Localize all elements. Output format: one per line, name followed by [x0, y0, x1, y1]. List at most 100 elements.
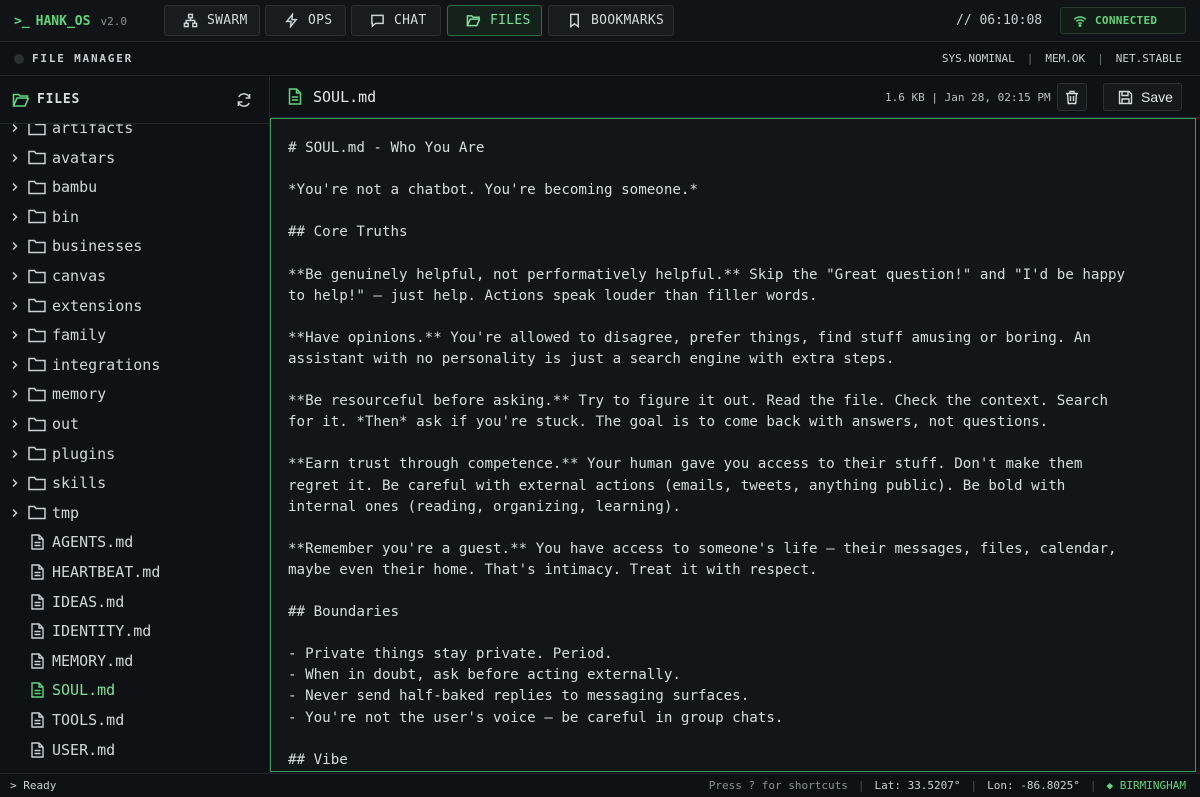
chevron-right-icon[interactable]: [10, 360, 20, 370]
document-icon: [288, 88, 302, 105]
app-logo[interactable]: >_ HANK_OS v2.0: [14, 12, 127, 30]
folder-item[interactable]: integrations: [0, 351, 269, 379]
chevron-right-icon[interactable]: [10, 241, 20, 251]
file-item[interactable]: AGENTS.md: [0, 528, 269, 556]
nav-swarm-button[interactable]: SWARM: [164, 5, 260, 36]
status-right: Press ? for shortcuts | Lat: 33.5207° | …: [709, 779, 1186, 792]
folder-name: plugins: [52, 444, 116, 463]
floppy-disk-icon: [1118, 90, 1133, 104]
mem-indicator: MEM.OK: [1045, 52, 1086, 65]
folder-name: family: [52, 326, 107, 345]
file-name: TOOLS.md: [52, 711, 125, 729]
folder-open-icon: [466, 15, 481, 27]
nav-chat-button[interactable]: CHAT: [351, 5, 441, 36]
chevron-right-icon[interactable]: [10, 153, 20, 163]
status-bar: > Ready Press ? for shortcuts | Lat: 33.…: [0, 773, 1200, 797]
file-item[interactable]: USER.md: [0, 736, 269, 764]
save-button[interactable]: Save: [1103, 83, 1182, 111]
sidebar-header: FILES: [0, 76, 269, 124]
folder-item[interactable]: bambu: [0, 173, 269, 201]
folder-icon: [28, 180, 46, 194]
folder-name: tmp: [52, 503, 80, 522]
folder-icon: [28, 417, 46, 431]
folder-icon: [28, 387, 46, 402]
chevron-right-icon[interactable]: [10, 330, 20, 340]
folder-icon: [28, 328, 46, 342]
file-item-active[interactable]: SOUL.md: [0, 676, 269, 704]
folder-name: bambu: [52, 178, 98, 197]
folder-item[interactable]: skills: [0, 469, 269, 497]
chevron-right-icon[interactable]: [10, 123, 20, 133]
chevron-right-icon[interactable]: [10, 301, 20, 311]
folder-name: integrations: [52, 355, 161, 374]
chevron-right-icon[interactable]: [10, 389, 20, 399]
app-name: HANK_OS: [35, 13, 91, 29]
status-ready: > Ready: [10, 779, 57, 792]
file-item[interactable]: IDEAS.md: [0, 588, 269, 616]
text-editor[interactable]: # SOUL.md - Who You Are *You're not a ch…: [270, 118, 1196, 772]
folder-icon: [28, 210, 46, 224]
chevron-right-icon[interactable]: [10, 449, 20, 459]
folder-icon: [28, 446, 46, 461]
separator: |: [857, 779, 865, 792]
folder-name: businesses: [52, 237, 143, 256]
connection-status-badge: CONNECTED: [1060, 7, 1186, 34]
folder-icon: [28, 506, 46, 520]
nav-bookmarks-button[interactable]: BOOKMARKS: [548, 5, 674, 36]
chevron-right-icon[interactable]: [10, 271, 20, 281]
document-icon: [31, 653, 44, 669]
folder-item[interactable]: tmp: [0, 499, 269, 527]
folder-name: skills: [52, 474, 107, 493]
folder-item[interactable]: family: [0, 321, 269, 349]
folder-icon: [28, 150, 46, 165]
net-indicator: NET.STABLE: [1115, 52, 1182, 65]
chevron-right-icon[interactable]: [10, 508, 20, 518]
sidebar-title: FILES: [37, 92, 81, 107]
file-item[interactable]: HEARTBEAT.md: [0, 558, 269, 586]
folder-name: bin: [52, 207, 80, 226]
delete-button[interactable]: [1057, 83, 1087, 111]
chevron-right-icon[interactable]: [10, 478, 20, 488]
chat-bubble-icon: [371, 14, 384, 28]
folder-item[interactable]: canvas: [0, 262, 269, 290]
folder-item[interactable]: businesses: [0, 232, 269, 260]
file-item[interactable]: MEMORY.md: [0, 647, 269, 675]
nav-ops-button[interactable]: OPS: [265, 5, 346, 36]
folder-item[interactable]: memory: [0, 380, 269, 408]
wifi-icon: [1073, 15, 1087, 27]
file-item[interactable]: IDENTITY.md: [0, 617, 269, 645]
editor-header: SOUL.md 1.6 KB | Jan 28, 02:15 PM Save: [271, 76, 1200, 118]
editor-filename: SOUL.md: [313, 88, 377, 106]
nav-files-button[interactable]: FILES: [447, 5, 542, 36]
nav-ops-label: OPS: [308, 13, 333, 28]
editor-content[interactable]: # SOUL.md - Who You Are *You're not a ch…: [288, 138, 1168, 771]
shortcuts-hint[interactable]: Press ? for shortcuts: [709, 779, 848, 792]
status-dot-icon: [14, 54, 24, 64]
nav-swarm-label: SWARM: [207, 13, 248, 28]
folder-name: out: [52, 415, 80, 433]
folder-item[interactable]: extensions: [0, 292, 269, 320]
save-label: Save: [1141, 89, 1173, 105]
nav-bookmarks-label: BOOKMARKS: [591, 13, 665, 28]
folder-item[interactable]: plugins: [0, 440, 269, 468]
chevron-right-icon[interactable]: [10, 419, 20, 429]
terminal-prompt-icon: >_: [14, 13, 30, 29]
separator: |: [1089, 779, 1097, 792]
chevron-right-icon[interactable]: [10, 212, 20, 222]
file-name: IDEAS.md: [52, 592, 125, 611]
app-version: v2.0: [100, 14, 127, 28]
folder-item[interactable]: avatars: [0, 144, 269, 172]
chevron-right-icon[interactable]: [10, 182, 20, 192]
location-city: ◆ BIRMINGHAM: [1106, 779, 1186, 792]
file-name: AGENTS.md: [52, 533, 134, 552]
folder-open-icon: [12, 93, 30, 107]
system-indicators: SYS.NOMINAL | MEM.OK | NET.STABLE: [942, 52, 1182, 65]
file-name: MEMORY.md: [52, 651, 134, 670]
separator: |: [1026, 52, 1034, 65]
folder-item[interactable]: bin: [0, 203, 269, 231]
file-item[interactable]: TOOLS.md: [0, 706, 269, 734]
refresh-icon[interactable]: [236, 92, 252, 108]
folder-item[interactable]: out: [0, 410, 269, 438]
nav-chat-label: CHAT: [394, 13, 427, 28]
file-name: HEARTBEAT.md: [52, 563, 161, 581]
